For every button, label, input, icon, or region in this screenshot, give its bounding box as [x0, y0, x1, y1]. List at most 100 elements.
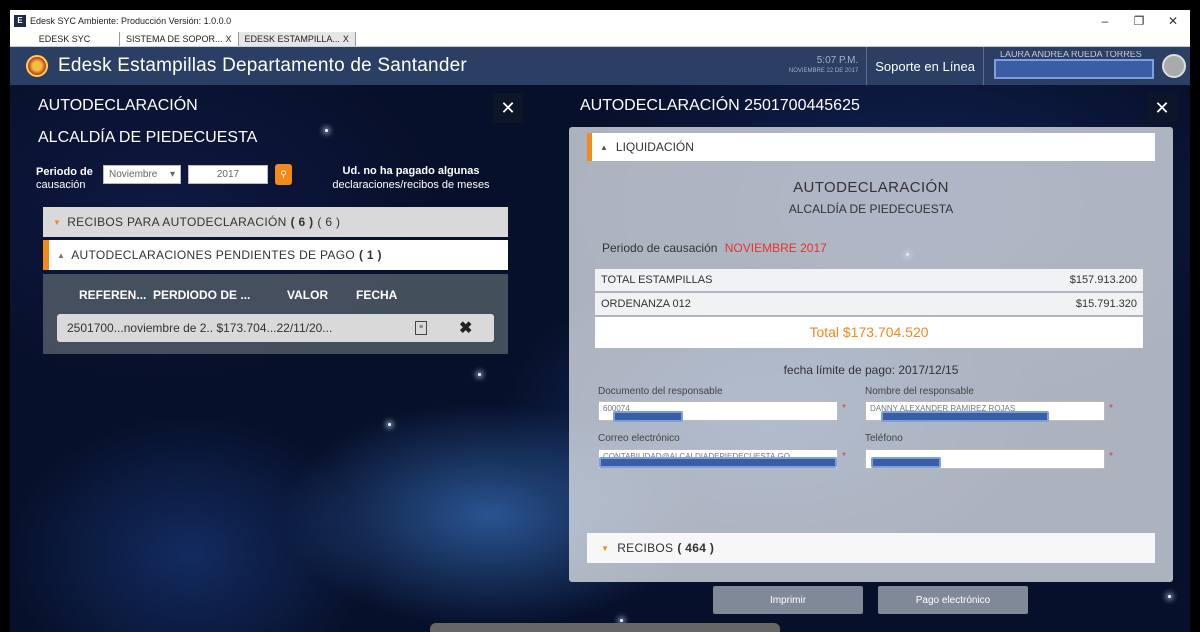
accordion-label: RECIBOS PARA AUTODECLARACIÓN — [67, 215, 287, 229]
maximize-button[interactable]: ❐ — [1122, 14, 1156, 28]
notice-line: declaraciones/recibos de meses — [332, 179, 490, 191]
period-line: Periodo de causación NOVIEMBRE 2017 — [602, 241, 827, 255]
tab-label: SISTEMA DE SOPOR... — [126, 34, 223, 44]
close-window-button[interactable]: ✕ — [1156, 14, 1190, 28]
redaction-box — [613, 411, 683, 422]
period-label: Periodo de causación — [36, 166, 93, 192]
accordion-receipts[interactable]: ▼ RECIBOS PARA AUTODECLARACIÓN ( 6 ) ( 6… — [43, 207, 508, 237]
search-button[interactable]: ⚲ — [275, 164, 292, 185]
star-decoration — [388, 423, 391, 426]
accordion-recibos[interactable]: ▼ RECIBOS ( 464 ) — [587, 533, 1155, 563]
document-subtitle: ALCALDÍA DE PIEDECUESTA — [788, 202, 954, 216]
column-header[interactable]: VALOR — [287, 288, 328, 302]
required-mark: * — [842, 403, 846, 414]
user-name: LAURA ANDREA RUEDA TORRES — [1000, 51, 1142, 59]
accordion-liquidacion[interactable]: ▲ LIQUIDACIÓN — [587, 133, 1155, 161]
period-label-line: Periodo de — [36, 166, 93, 178]
window-titlebar: E Edesk SYC Ambiente: Producción Versión… — [10, 10, 1190, 32]
chevron-up-icon: ▲ — [600, 142, 608, 152]
name-field-label: Nombre del responsable — [865, 386, 974, 397]
app-title: Edesk Estampillas Departamento de Santan… — [58, 55, 467, 76]
app-icon: E — [14, 15, 26, 27]
tab-edesk-estampillas[interactable]: EDESK ESTAMPILLA... X — [238, 32, 356, 46]
unpaid-notice: Ud. no ha pagado algunas declaraciones/r… — [316, 164, 506, 192]
app-header: Edesk Estampillas Departamento de Santan… — [10, 47, 1190, 85]
column-header[interactable]: REFEREN... — [79, 288, 146, 302]
required-mark: * — [1109, 451, 1113, 462]
star-decoration — [478, 373, 481, 376]
delete-icon[interactable]: ✖ — [459, 318, 472, 338]
pending-table: REFEREN... PERDIODO DE ... VALOR FECHA 2… — [43, 274, 508, 354]
document-field-label: Documento del responsable — [598, 386, 723, 397]
star-decoration — [620, 619, 623, 622]
tab-close-icon[interactable]: X — [343, 34, 349, 44]
chevron-down-icon: ▼ — [53, 217, 62, 227]
required-mark: * — [842, 451, 846, 462]
accordion-count-secondary: ( 6 ) — [317, 215, 341, 229]
accordion-pending[interactable]: ▲ AUTODECLARACIONES PENDIENTES DE PAGO (… — [43, 240, 508, 270]
municipality-title: ALCALDÍA DE PIEDECUESTA — [38, 129, 258, 146]
document-icon[interactable]: ≡ — [415, 321, 427, 335]
month-value: Noviembre — [109, 169, 158, 180]
clock: 5:07 P.M. NOVIEMBRE 22 DE 2017 — [789, 55, 858, 77]
main-area: AUTODECLARACIÓN ✕ ALCALDÍA DE PIEDECUEST… — [10, 85, 1190, 632]
total-amount: Total $173.704.520 — [595, 317, 1143, 348]
right-panel-close-button[interactable]: ✕ — [1147, 93, 1177, 123]
accordion-count: ( 6 ) — [290, 215, 314, 229]
amount-label: ORDENANZA 012 — [601, 298, 691, 310]
document-title: AUTODECLARACIÓN — [793, 179, 949, 196]
window-title: Edesk SYC Ambiente: Producción Versión: … — [30, 16, 232, 26]
user-menu[interactable]: LAURA ANDREA RUEDA TORRES — [990, 51, 1158, 81]
redaction-box — [994, 59, 1154, 79]
support-online-button[interactable]: Soporte en Línea — [866, 47, 984, 85]
clock-time: 5:07 P.M. — [816, 55, 859, 66]
amount-row: ORDENANZA 012 $15.791.320 — [595, 293, 1143, 315]
column-header[interactable]: PERDIODO DE ... — [153, 288, 250, 302]
due-date: fecha límite de pago: 2017/12/15 — [783, 363, 959, 377]
column-header[interactable]: FECHA — [356, 288, 397, 302]
table-row[interactable]: 2501700...noviembre de 2.. $173.704...22… — [57, 314, 494, 342]
amount-value: $15.791.320 — [1075, 298, 1137, 310]
bottom-scroll-handle[interactable] — [430, 623, 780, 632]
chevron-down-icon: ▾ — [169, 169, 175, 180]
clock-date: NOVIEMBRE 22 DE 2017 — [788, 68, 859, 74]
tab-bar: EDESK SYC SISTEMA DE SOPOR... X EDESK ES… — [10, 32, 1190, 47]
amount-row: TOTAL ESTAMPILLAS $157.913.200 — [595, 269, 1143, 291]
redaction-box — [599, 457, 837, 468]
left-panel-title: AUTODECLARACIÓN — [38, 97, 198, 114]
star-decoration — [325, 129, 328, 132]
tab-sistema-soporte[interactable]: SISTEMA DE SOPOR... X — [120, 32, 239, 46]
accordion-label: RECIBOS — [617, 541, 674, 555]
minimize-button[interactable]: – — [1088, 14, 1122, 28]
amount-label: TOTAL ESTAMPILLAS — [601, 274, 713, 286]
electronic-payment-button[interactable]: Pago electrónico — [878, 586, 1028, 614]
notice-line: Ud. no ha pagado algunas — [342, 165, 480, 177]
left-panel-close-button[interactable]: ✕ — [493, 93, 523, 123]
right-panel-title: AUTODECLARACIÓN 2501700445625 — [580, 97, 860, 114]
chevron-down-icon: ▼ — [601, 543, 610, 553]
star-decoration — [1168, 595, 1171, 598]
row-text: 2501700...noviembre de 2.. $173.704...22… — [67, 321, 333, 335]
print-button[interactable]: Imprimir — [713, 586, 863, 614]
accordion-label: LIQUIDACIÓN — [615, 140, 694, 154]
year-input[interactable]: 2017 — [188, 165, 268, 184]
required-mark: * — [1109, 403, 1113, 414]
period-label: Periodo de causación — [602, 241, 718, 255]
accordion-count: ( 464 ) — [677, 541, 715, 555]
phone-field-label: Teléfono — [865, 433, 903, 444]
tab-label: EDESK SYC — [38, 34, 91, 44]
tab-close-icon[interactable]: X — [226, 34, 232, 44]
santander-seal-logo — [26, 55, 48, 77]
accordion-count: ( 1 ) — [358, 248, 382, 262]
liquidation-card: ▲ LIQUIDACIÓN AUTODECLARACIÓN ALCALDÍA D… — [569, 127, 1173, 582]
period-value: NOVIEMBRE 2017 — [724, 241, 827, 255]
tab-edesk-syc[interactable]: EDESK SYC — [10, 32, 120, 46]
chevron-up-icon: ▲ — [57, 250, 66, 260]
avatar[interactable] — [1162, 54, 1186, 78]
month-select[interactable]: Noviembre ▾ — [103, 165, 181, 184]
redaction-box — [881, 411, 1049, 422]
period-label-line: causación — [36, 179, 86, 191]
email-field-label: Correo electrónico — [598, 433, 680, 444]
accordion-label: AUTODECLARACIONES PENDIENTES DE PAGO — [71, 248, 355, 262]
amount-value: $157.913.200 — [1069, 274, 1137, 286]
